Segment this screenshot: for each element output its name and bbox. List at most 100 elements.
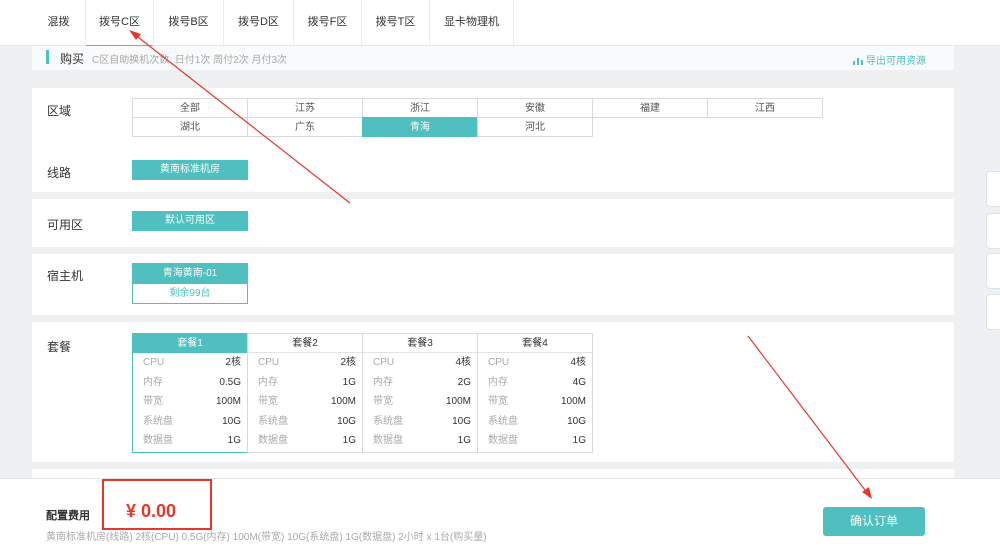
region-option-fujian[interactable]: 福建 (592, 98, 708, 118)
export-label: 导出可用资源 (866, 56, 926, 67)
side-tool-2[interactable] (986, 213, 1000, 249)
spec-label: 内存 (143, 376, 163, 388)
zone-label: 可用区 (47, 218, 84, 232)
package-spec-bandwidth: 带宽 100M (248, 392, 362, 412)
package-spec-data-disk: 数据盘 1G (248, 431, 362, 451)
order-footer: 配置费用 ¥ 0.00 黄南标准机房(线路) 2核(CPU) 0.5G(内存) … (0, 478, 1000, 552)
confirm-order-button[interactable]: 确认订单 (823, 507, 925, 536)
spec-label: CPU (258, 357, 280, 368)
spec-label: CPU (488, 357, 510, 368)
package-section: 套餐 套餐1 CPU 2核 内存 0.5G 带宽 100M 系统盘 10G 数据盘 1G 套餐2 CPU… (32, 322, 954, 462)
host-option-qinghai-huangnan[interactable]: 青海黄南-01 剩余99台 (132, 263, 248, 304)
package-spec-bandwidth: 带宽 100M (363, 392, 477, 412)
package-spec-bandwidth: 带宽 100M (478, 392, 592, 412)
section-marker (46, 50, 49, 64)
tab-mixed-dial[interactable]: 混拨 (32, 0, 86, 46)
spec-value: 1G (227, 435, 241, 446)
spec-label: 带宽 (258, 396, 278, 407)
host-name: 青海黄南-01 (133, 264, 247, 284)
spec-label: CPU (373, 357, 395, 368)
package-spec-cpu: CPU 4核 (478, 353, 592, 373)
region-option-hubei[interactable]: 湖北 (132, 117, 248, 137)
package-spec-cpu: CPU 2核 (248, 353, 362, 373)
package-spec-memory: 内存 4G (478, 373, 592, 393)
package-option-2[interactable]: 套餐2 CPU 2核 内存 1G 带宽 100M 系统盘 10G 数据盘 1G (247, 333, 363, 453)
package-name: 套餐4 (478, 334, 592, 353)
price-highlight-box: ¥ 0.00 (102, 479, 212, 530)
export-resources-link[interactable]: 导出可用资源 (853, 52, 926, 67)
spec-label: 数据盘 (143, 435, 173, 446)
spec-label: 带宽 (143, 396, 163, 407)
spec-label: 带宽 (488, 396, 508, 407)
region-option-anhui[interactable]: 安徽 (477, 98, 593, 118)
buy-title: 购买 (60, 52, 85, 66)
package-spec-data-disk: 数据盘 1G (363, 431, 477, 451)
spec-label: 带宽 (373, 396, 393, 407)
spec-label: 数据盘 (258, 435, 288, 446)
spec-value: 1G (342, 376, 356, 388)
spec-label: 数据盘 (488, 435, 518, 446)
tab-dial-zone-b[interactable]: 拨号B区 (154, 0, 224, 46)
spec-value: 2G (457, 376, 471, 388)
spec-value: 4G (572, 376, 586, 388)
tab-dial-zone-c[interactable]: 拨号C区 (86, 0, 154, 47)
package-spec-memory: 内存 0.5G (133, 373, 247, 393)
zone-option-default[interactable]: 默认可用区 (132, 211, 248, 231)
package-spec-data-disk: 数据盘 1G (478, 431, 592, 451)
package-spec-memory: 内存 2G (363, 373, 477, 393)
package-spec-cpu: CPU 4核 (363, 353, 477, 373)
package-spec-data-disk: 数据盘 1G (133, 431, 247, 451)
spec-value: 10G (337, 415, 356, 427)
package-spec-system-disk: 系统盘 10G (133, 412, 247, 432)
region-option-zhejiang[interactable]: 浙江 (362, 98, 478, 118)
package-spec-memory: 内存 1G (248, 373, 362, 393)
package-label: 套餐 (47, 340, 72, 354)
region-option-jiangxi[interactable]: 江西 (707, 98, 823, 118)
package-spec-system-disk: 系统盘 10G (478, 412, 592, 432)
region-option-all[interactable]: 全部 (132, 98, 248, 118)
line-label: 线路 (47, 166, 72, 180)
spec-label: 内存 (373, 376, 393, 388)
region-option-guangdong[interactable]: 广东 (247, 117, 363, 137)
region-option-hebei[interactable]: 河北 (477, 117, 593, 137)
region-option-qinghai[interactable]: 青海 (362, 117, 478, 137)
tab-dial-zone-f[interactable]: 拨号F区 (294, 0, 362, 46)
spec-value: 10G (222, 415, 241, 427)
spec-label: CPU (143, 357, 165, 368)
package-option-4[interactable]: 套餐4 CPU 4核内存 4G 带宽 100M 系统盘 10G 数据盘 1G (477, 333, 593, 453)
spec-label: 数据盘 (373, 435, 403, 446)
tab-dial-zone-t[interactable]: 拨号T区 (362, 0, 430, 46)
spec-value: 100M (445, 396, 471, 407)
host-section: 宿主机 青海黄南-01 剩余99台 (32, 254, 954, 315)
package-option-3[interactable]: 套餐3 CPU 4核 内存 2G 带宽 100M 系统盘 10G 数据盘 1G (362, 333, 478, 453)
package-spec-bandwidth: 带宽 100M (133, 392, 247, 412)
spec-value: 1G (342, 435, 356, 446)
spec-value: 100M (330, 396, 356, 407)
side-tool-4[interactable] (986, 294, 1000, 330)
spec-value: 4核 (570, 357, 586, 368)
tab-gpu-physical[interactable]: 显卡物理机 (430, 0, 514, 46)
bar-chart-icon (853, 58, 863, 65)
region-option-jiangsu[interactable]: 江苏 (247, 98, 363, 118)
package-name: 套餐1 (133, 334, 247, 353)
spec-label: 系统盘 (373, 415, 403, 427)
fee-label: 配置费用 (46, 510, 90, 522)
side-tool-3[interactable] (986, 253, 1000, 289)
package-name: 套餐2 (248, 334, 362, 353)
region-label: 区域 (47, 104, 72, 118)
side-tool-1[interactable] (986, 171, 1000, 207)
line-option-huangnan[interactable]: 黄南标准机房 (132, 160, 248, 180)
spec-value: 1G (457, 435, 471, 446)
zone-section: 可用区 默认可用区 (32, 199, 954, 247)
spec-label: 系统盘 (258, 415, 288, 427)
spec-value: 4核 (455, 357, 471, 368)
tab-dial-zone-d[interactable]: 拨号D区 (224, 0, 294, 46)
package-option-1[interactable]: 套餐1 CPU 2核 内存 0.5G 带宽 100M 系统盘 10G 数据盘 1G (132, 333, 248, 453)
spec-value: 10G (452, 415, 471, 427)
spec-label: 内存 (488, 376, 508, 388)
spec-value: 0.5G (219, 376, 241, 388)
total-price: ¥ 0.00 (126, 501, 177, 521)
spec-value: 10G (567, 415, 586, 427)
package-spec-system-disk: 系统盘 10G (363, 412, 477, 432)
spec-value: 1G (572, 435, 586, 446)
